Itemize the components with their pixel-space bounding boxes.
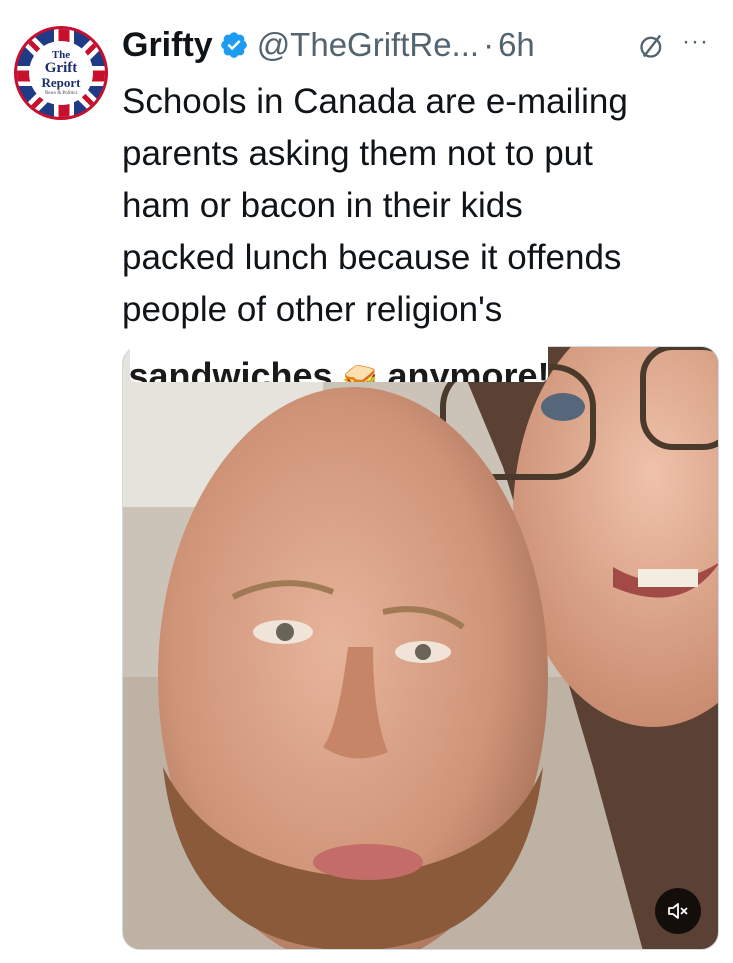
tweet-header: Grifty @TheGriftRe... · 6h ··· (122, 20, 722, 70)
display-name[interactable]: Grifty (122, 26, 213, 65)
avatar-logo: The Grift Report News & Politics (29, 41, 93, 105)
mute-button[interactable] (655, 888, 701, 934)
video-media[interactable] (122, 346, 719, 950)
timestamp[interactable]: 6h (498, 26, 535, 64)
tweet-line: parents asking them not to put (122, 134, 593, 173)
caption-text: anymore! (387, 355, 548, 383)
avatar-line: News & Politics (44, 91, 78, 96)
speaker-muted-icon (668, 903, 688, 919)
video-caption: sandwiches 🥪 anymore! (130, 330, 548, 382)
tweet-line: Schools in Canada are e-mailing (122, 82, 628, 121)
avatar-line: Grift (44, 60, 78, 76)
handle[interactable]: @TheGriftRe... (257, 26, 479, 64)
tweet-line: packed lunch because it offends (122, 238, 622, 277)
more-icon[interactable]: ··· (682, 28, 709, 56)
tweet-line: people of other religion's (122, 290, 503, 329)
separator-dot: · (483, 26, 495, 63)
grok-icon[interactable] (638, 32, 666, 60)
avatar[interactable]: The Grift Report News & Politics (14, 26, 108, 120)
sandwich-icon: 🥪 (342, 363, 378, 383)
video-frame (123, 347, 718, 949)
caption-text: sandwiches (130, 355, 333, 383)
verified-badge-icon (220, 32, 247, 58)
tweet-text: Schools in Canada are e-mailing parents … (122, 76, 722, 336)
avatar-line: Report (41, 75, 81, 90)
tweet-line: ham or bacon in their kids (122, 186, 523, 225)
